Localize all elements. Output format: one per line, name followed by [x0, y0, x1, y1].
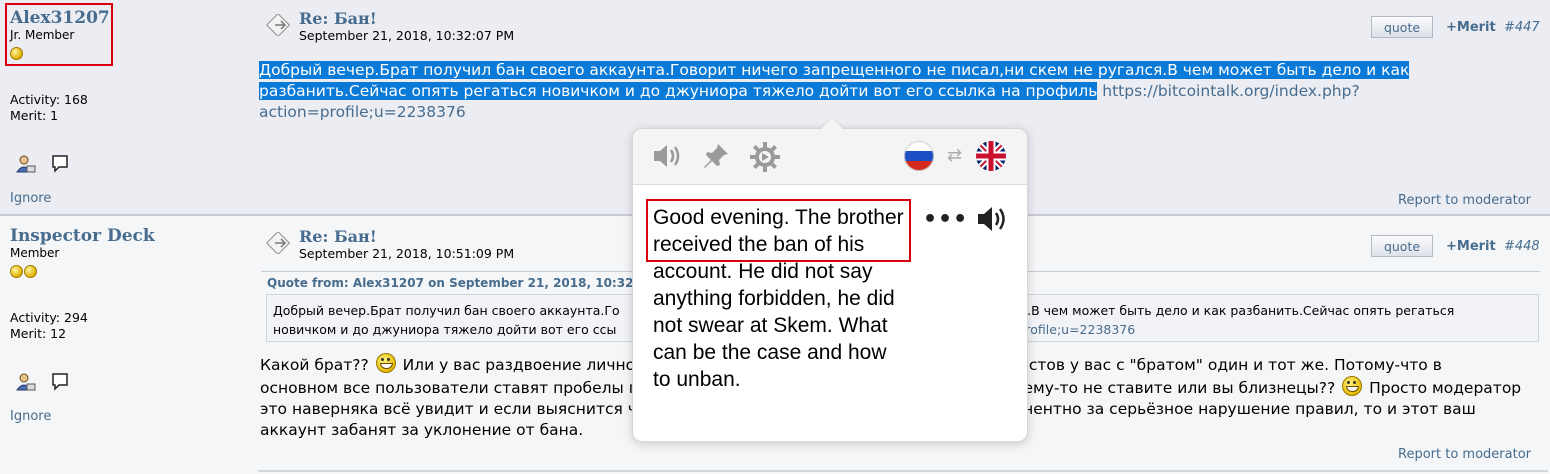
username-link[interactable]: Inspector Deck	[10, 226, 155, 246]
quote-header-link[interactable]: Quote from: Alex31207 on September 21, 2…	[267, 276, 633, 290]
post-subject-icon	[265, 12, 292, 40]
post-bottom-rule	[258, 470, 1548, 472]
quote-button[interactable]: quote	[1371, 16, 1433, 38]
pin-icon[interactable]	[701, 141, 731, 175]
user-rank: Member	[10, 246, 60, 260]
grin-smiley-icon	[375, 353, 396, 373]
body-text: Просто модератор	[1364, 379, 1522, 397]
profile-icon[interactable]	[16, 154, 36, 178]
activity-stat: Activity: 294	[10, 310, 88, 325]
popup-arrow-inner	[820, 118, 844, 130]
translator-toolbar: ⇄	[633, 129, 1027, 185]
post-number[interactable]: #447	[1504, 20, 1540, 35]
body-text: очему-то не ставите или вы близнецы??	[1004, 379, 1341, 397]
report-to-moderator-link[interactable]: Report to moderator	[1398, 447, 1531, 462]
body-text: манентно за серьёзное нарушение правил, …	[1001, 400, 1476, 418]
body-text: Какой брат??	[260, 356, 374, 374]
speaker-icon[interactable]	[975, 203, 1009, 239]
body-text: Или у вас раздвоение лично	[397, 356, 636, 374]
uk-flag-icon[interactable]	[976, 141, 1006, 171]
post-subject[interactable]: Re: Бан!	[299, 227, 377, 246]
quote-button[interactable]: quote	[1371, 235, 1433, 257]
merit-button[interactable]: +Merit	[1446, 20, 1496, 35]
rank-coins	[10, 263, 38, 282]
body-text: основном все пользователи ставят пробелы…	[260, 379, 639, 397]
report-to-moderator-link[interactable]: Report to moderator	[1398, 193, 1531, 208]
post-date: September 21, 2018, 10:51:09 PM	[299, 246, 515, 261]
post-number[interactable]: #448	[1504, 239, 1540, 254]
post-subject[interactable]: Re: Бан!	[299, 9, 377, 28]
coin-icon	[10, 265, 23, 278]
message-icon[interactable]	[51, 154, 69, 178]
merit-stat: Merit: 1	[10, 108, 59, 123]
quote-line-1-end: я.В чем может быть дело и как разбанить.…	[1019, 303, 1455, 318]
merit-button[interactable]: +Merit	[1446, 239, 1496, 254]
post-body: Добрый вечер.Брат получил бан своего акк…	[259, 60, 1499, 123]
grin-smiley-icon	[1342, 376, 1363, 396]
gear-icon[interactable]	[749, 141, 781, 177]
coin-icon	[24, 265, 37, 278]
user-icons	[16, 154, 79, 178]
post-subject-icon	[265, 230, 292, 258]
more-options-icon[interactable]: •••	[923, 207, 968, 232]
message-icon[interactable]	[51, 372, 69, 396]
post-date: September 21, 2018, 10:32:07 PM	[299, 28, 515, 43]
body-text: иль постов у вас с "братом" один и тот ж…	[975, 356, 1442, 374]
activity-stat: Activity: 168	[10, 92, 88, 107]
ignore-link[interactable]: Ignore	[10, 409, 51, 424]
quote-line-1-start: Добрый вечер.Брат получил бан своего акк…	[273, 303, 620, 318]
speaker-icon[interactable]	[651, 141, 683, 175]
ignore-link[interactable]: Ignore	[10, 191, 51, 206]
selected-text-line-1: Добрый вечер.Брат получил бан своего акк…	[259, 61, 1410, 79]
merit-stat: Merit: 12	[10, 326, 67, 341]
user-icons	[16, 372, 79, 396]
russian-flag-icon[interactable]	[904, 141, 934, 171]
body-text: аккаунт забанят за уклонение от бана.	[260, 421, 584, 439]
quote-line-2-start: новичком и до джуниора тяжело дойти вот …	[273, 321, 617, 337]
translator-popup: ⇄ Good evening. The brother received the…	[632, 128, 1028, 442]
quote-profile-link[interactable]: rofile;u=2238376	[1025, 322, 1135, 337]
profile-icon[interactable]	[16, 372, 36, 396]
annotation-box-translation	[646, 199, 911, 262]
selected-text-line-2: разбанить.Сейчас опять регаться новичком…	[259, 82, 1098, 100]
poster-info: Inspector Deck Member Activity: 294 Meri…	[0, 216, 250, 474]
annotation-box-username	[5, 3, 113, 66]
swap-icon[interactable]: ⇄	[947, 145, 962, 166]
body-text: это наверняка всё увидит и если выяснитс…	[260, 400, 637, 418]
